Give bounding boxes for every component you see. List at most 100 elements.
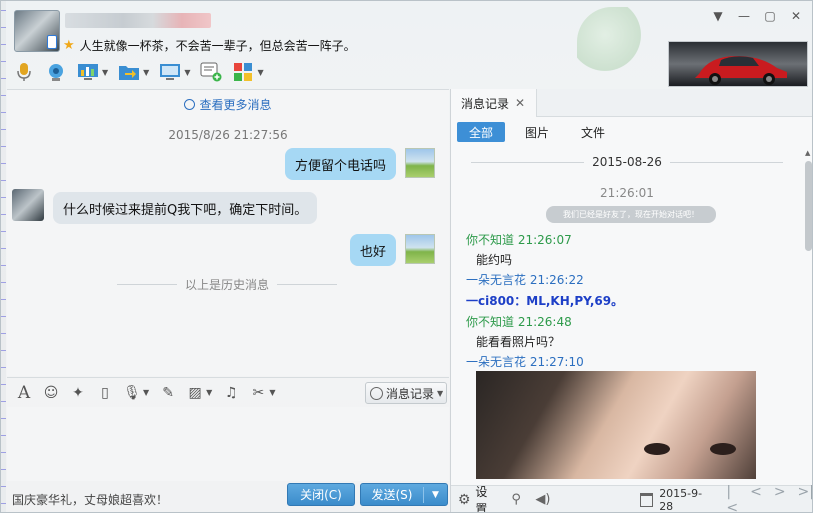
sender-name[interactable]: 一朵无言花 (466, 355, 526, 369)
record-header: 你不知道 21:26:07 (466, 231, 572, 248)
shake-window-icon[interactable]: ✦ (67, 382, 89, 404)
system-time: 21:26:01 (600, 186, 654, 200)
filter-images[interactable]: 图片 (513, 122, 561, 142)
chat-toolbar: ▼ ▼ ▼ ▼ (13, 59, 274, 85)
first-page-icon[interactable]: |< (726, 484, 738, 513)
record-header: 一朵无言花 21:26:22 (466, 271, 584, 288)
clock-icon (184, 99, 196, 110)
close-icon[interactable]: ✕ (515, 96, 525, 110)
send-button[interactable]: 发送(S) ▼ (360, 483, 448, 506)
self-avatar[interactable] (405, 234, 435, 264)
chevron-down-icon[interactable]: ▼ (424, 490, 447, 500)
video-clip-icon[interactable]: ▯ (94, 382, 116, 404)
create-discussion-button[interactable] (200, 59, 222, 85)
message-bubble-self[interactable]: 也好 (350, 234, 397, 266)
send-file-button[interactable]: ▼ (118, 59, 149, 85)
tab-message-history[interactable]: 消息记录 ✕ (451, 89, 537, 117)
screenshot-scissors-icon[interactable]: ✂ (247, 382, 269, 404)
record-time: 21:26:48 (517, 315, 572, 329)
image-icon[interactable]: ▨ (184, 382, 206, 404)
voice-message-icon[interactable]: 🎙 (121, 382, 143, 404)
car-advertisement[interactable] (668, 41, 808, 87)
scroll-up-icon[interactable]: ▲ (805, 149, 810, 157)
maximize-icon[interactable]: ▢ (763, 9, 777, 23)
leaf-decoration (577, 7, 647, 77)
chevron-down-icon[interactable]: ▼ (257, 68, 263, 77)
last-page-icon[interactable]: >| (798, 484, 812, 513)
sender-name[interactable]: 你不知道 (466, 233, 514, 247)
filter-all[interactable]: 全部 (457, 122, 506, 142)
contact-nickname[interactable]: █████████ (65, 13, 211, 28)
gear-icon[interactable]: ⚙ (457, 492, 471, 508)
divider-line (471, 161, 585, 163)
message-history-button[interactable]: 消息记录 ▼ (365, 382, 447, 404)
chat-message-area[interactable]: 查看更多消息 2015/8/26 21:27:56 方便留个电话吗 什么时候过来… (7, 89, 449, 376)
divider-line (669, 161, 783, 163)
record-text: 能看看照片吗？ (476, 335, 561, 349)
chevron-down-icon[interactable]: ▼ (206, 388, 212, 397)
scrollbar-thumb[interactable] (805, 161, 812, 251)
date-picker[interactable]: 2015-9-28 (659, 487, 710, 513)
view-more-messages-link[interactable]: 查看更多消息 (7, 96, 449, 113)
message-input[interactable] (7, 407, 449, 481)
message-bubble-self[interactable]: 方便留个电话吗 (285, 148, 397, 180)
chevron-down-icon[interactable]: ▼ (184, 68, 190, 77)
peer-avatar[interactable] (12, 189, 44, 221)
history-scrollbar[interactable]: ▲ (803, 149, 812, 479)
calendar-icon[interactable] (640, 492, 654, 507)
filter-files[interactable]: 文件 (569, 122, 617, 142)
history-message-list[interactable]: 2015-08-26 21:26:01 我们已经是好友了，现在开始对话吧！ 你不… (451, 149, 803, 479)
settings-label[interactable]: 设置 (475, 483, 497, 513)
apps-grid-icon (232, 61, 254, 83)
view-more-label: 查看更多消息 (199, 98, 272, 112)
chat-window: █████████ ★ 人生就像一杯茶，不会苦一辈子，但总会苦一阵子。 ▼ (0, 0, 813, 513)
self-avatar[interactable] (405, 148, 435, 178)
mobile-online-icon (47, 35, 57, 49)
close-button[interactable]: 关闭(C) (287, 483, 355, 506)
remote-assist-button[interactable]: ▼ (77, 59, 108, 85)
music-icon[interactable]: ♫ (220, 382, 242, 404)
screen-share-button[interactable]: ▼ (159, 59, 190, 85)
date-separator: 2015-08-26 (451, 155, 803, 169)
record-time: 21:26:07 (517, 233, 572, 247)
message-bubble-peer[interactable]: 什么时候过来提前Q我下吧，确定下时间。 (53, 192, 318, 224)
chevron-down-icon[interactable]: ▼ (102, 68, 108, 77)
close-icon[interactable]: ✕ (789, 9, 803, 23)
chart-board-icon (77, 61, 99, 83)
ad-link[interactable]: 国庆豪华礼，丈母娘超喜欢！ (12, 491, 168, 508)
message-timestamp: 2015/8/26 21:27:56 (168, 128, 288, 142)
chat-add-icon (200, 61, 222, 83)
apps-button[interactable]: ▼ (232, 59, 264, 85)
webcam-icon (45, 61, 67, 83)
date-label: 2015-08-26 (592, 155, 662, 169)
emoji-icon[interactable]: ☺ (40, 382, 62, 404)
record-time: 21:27:10 (529, 355, 584, 369)
chevron-down-icon[interactable]: ▼ (269, 388, 275, 397)
window-controls: ▼ — ▢ ✕ (711, 9, 803, 23)
voice-call-button[interactable] (13, 59, 35, 85)
chevron-down-icon[interactable]: ▼ (711, 9, 725, 23)
page-navigation: |< < > >| (726, 484, 812, 513)
video-call-button[interactable] (45, 59, 67, 85)
prev-page-icon[interactable]: < (750, 484, 762, 513)
sender-name[interactable]: 一朵无言花 (466, 273, 526, 287)
search-icon[interactable]: ⚲ (509, 492, 523, 508)
tab-label: 消息记录 (461, 96, 510, 111)
clock-icon (370, 386, 383, 400)
speaker-icon[interactable]: ◀) (535, 492, 550, 508)
record-text: 一ci800：ML,KH,PY,69。 (466, 294, 624, 308)
contact-avatar[interactable] (14, 10, 60, 52)
history-filter-tabs: 全部 图片 文件 (457, 122, 617, 142)
font-icon[interactable]: A (13, 382, 35, 404)
history-button-label: 消息记录 (386, 386, 435, 401)
chevron-down-icon[interactable]: ▼ (143, 388, 149, 397)
next-page-icon[interactable]: > (774, 484, 786, 513)
photo-message[interactable] (476, 371, 756, 479)
chevron-down-icon[interactable]: ▼ (143, 68, 149, 77)
microphone-icon (13, 61, 35, 83)
system-notice: 我们已经是好友了，现在开始对话吧！ (546, 206, 716, 223)
edit-icon[interactable]: ✎ (157, 382, 179, 404)
sender-name[interactable]: 你不知道 (466, 315, 514, 329)
minimize-icon[interactable]: — (737, 9, 751, 23)
record-header: 一朵无言花 21:27:10 (466, 353, 584, 370)
